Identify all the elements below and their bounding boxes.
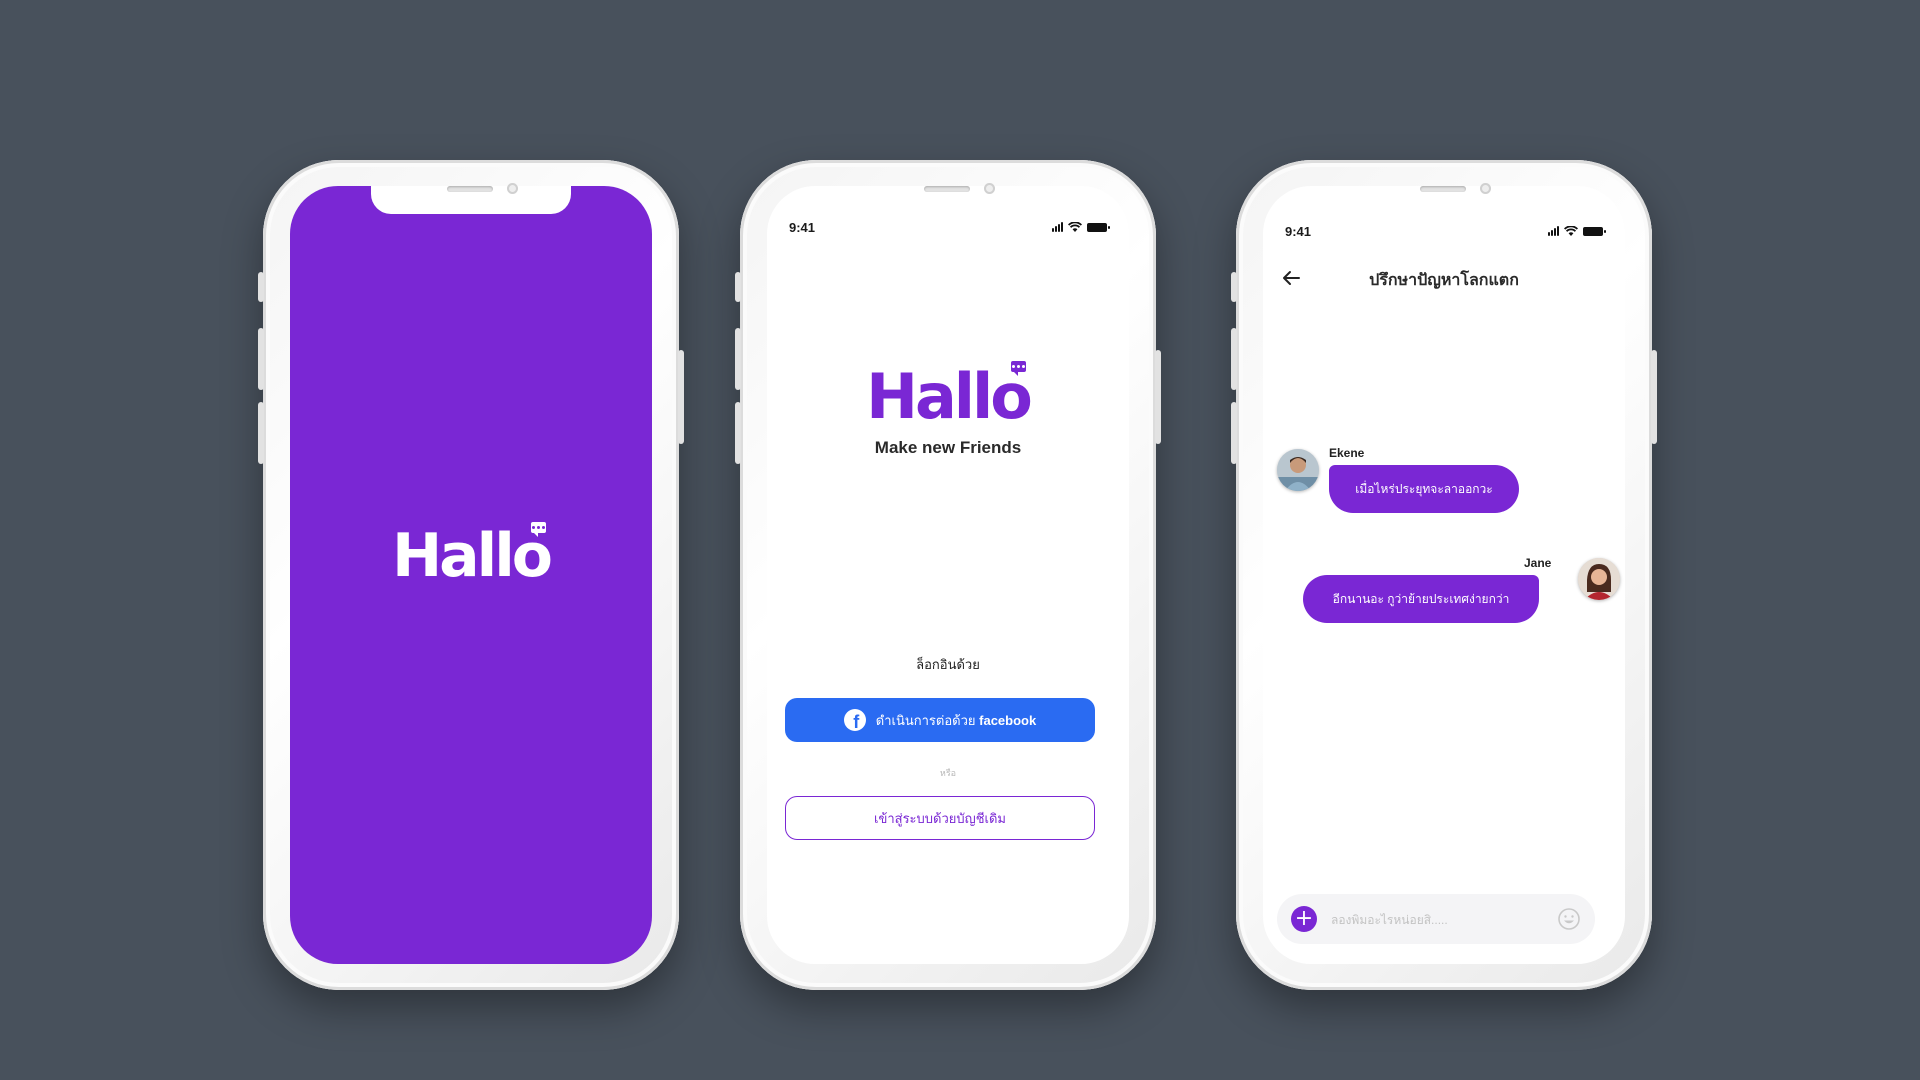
facebook-icon: f: [843, 709, 866, 731]
avatar-ekene[interactable]: [1277, 449, 1319, 491]
login-logo: Hallo: [767, 361, 1129, 428]
chat-bubble-icon: [1010, 361, 1026, 376]
power-button: [678, 350, 684, 444]
chat-header: ปรึกษาปัญหาโลกแตก: [1263, 262, 1625, 294]
volume-down-button: [258, 402, 264, 464]
status-icons: [1548, 226, 1606, 236]
login-screen: 9:41 Hallo Make new Friends ล็อกอินด้วย: [767, 186, 1129, 964]
battery-icon: [1087, 223, 1110, 232]
volume-down-button: [1231, 402, 1237, 464]
mute-switch: [735, 272, 741, 302]
login-with-label: ล็อกอินด้วย: [916, 657, 980, 672]
volume-up-button: [1231, 328, 1237, 390]
sender-name: Ekene: [1329, 446, 1365, 460]
smiley-icon[interactable]: [1557, 907, 1581, 931]
phone-login: 9:41 Hallo Make new Friends ล็อกอินด้วย: [735, 160, 1161, 990]
wifi-icon: [1564, 226, 1578, 236]
front-camera: [984, 183, 995, 194]
signal-icon: [1052, 222, 1063, 232]
splash-screen: Hallo: [290, 186, 652, 964]
message-bubble-outgoing[interactable]: อีกนานอะ กูว่าย้ายประเทศง่ายกว่า: [1303, 575, 1539, 623]
volume-up-button: [258, 328, 264, 390]
phone-chat: 9:41 ปรึกษาปัญหาโลกแตก Ekene เมื่อไหร่ปร…: [1231, 160, 1657, 990]
or-divider-text: หรือ: [939, 768, 957, 778]
status-bar: 9:41: [767, 220, 1129, 238]
message-composer: +: [1277, 894, 1595, 944]
mute-switch: [258, 272, 264, 302]
splash-logo: Hallo: [290, 522, 652, 586]
app-logo: Hallo: [866, 361, 1033, 428]
status-time: 9:41: [1285, 224, 1312, 239]
plus-icon[interactable]: +: [1291, 906, 1317, 932]
phone-splash: Hallo: [258, 160, 684, 990]
status-icons: [1052, 222, 1110, 232]
status-bar: 9:41: [1263, 224, 1625, 242]
login-with-existing-account-button[interactable]: เข้าสู่ระบบด้วยบัญชีเดิม: [785, 796, 1095, 840]
mockup-stage: Hallo 9:41 Hallo Make new Friends ล็อกอิ…: [0, 0, 1920, 1080]
mute-switch: [1231, 272, 1237, 302]
front-camera: [507, 183, 518, 194]
message-bubble-incoming[interactable]: เมื่อไหร่ประยุทจะลาออกวะ: [1329, 465, 1519, 513]
power-button: [1155, 350, 1161, 444]
tagline: Make new Friends: [874, 438, 1022, 457]
front-camera: [1480, 183, 1491, 194]
avatar-jane[interactable]: [1578, 558, 1620, 600]
wifi-icon: [1068, 222, 1082, 232]
power-button: [1651, 350, 1657, 444]
app-logo: Hallo: [392, 522, 553, 586]
sender-name: Jane: [1524, 556, 1552, 570]
logo-text: Hallo: [866, 360, 1033, 433]
volume-down-button: [735, 402, 741, 464]
status-time: 9:41: [789, 220, 816, 235]
volume-up-button: [735, 328, 741, 390]
chat-screen: 9:41 ปรึกษาปัญหาโลกแตก Ekene เมื่อไหร่ปร…: [1263, 186, 1625, 964]
logo-text: Hallo: [391, 521, 553, 591]
message-input[interactable]: [1329, 904, 1538, 936]
battery-icon: [1583, 227, 1606, 236]
facebook-button-label: ดำเนินการต่อด้วย facebook: [875, 712, 1037, 728]
speaker-grille: [924, 186, 970, 192]
chat-title: ปรึกษาปัญหาโลกแตก: [1369, 272, 1519, 289]
continue-with-facebook-button[interactable]: f ดำเนินการต่อด้วย facebook: [785, 698, 1095, 742]
speaker-grille: [1420, 186, 1466, 192]
speaker-grille: [447, 186, 493, 192]
chat-bubble-icon: [531, 522, 547, 537]
signal-icon: [1548, 226, 1559, 236]
